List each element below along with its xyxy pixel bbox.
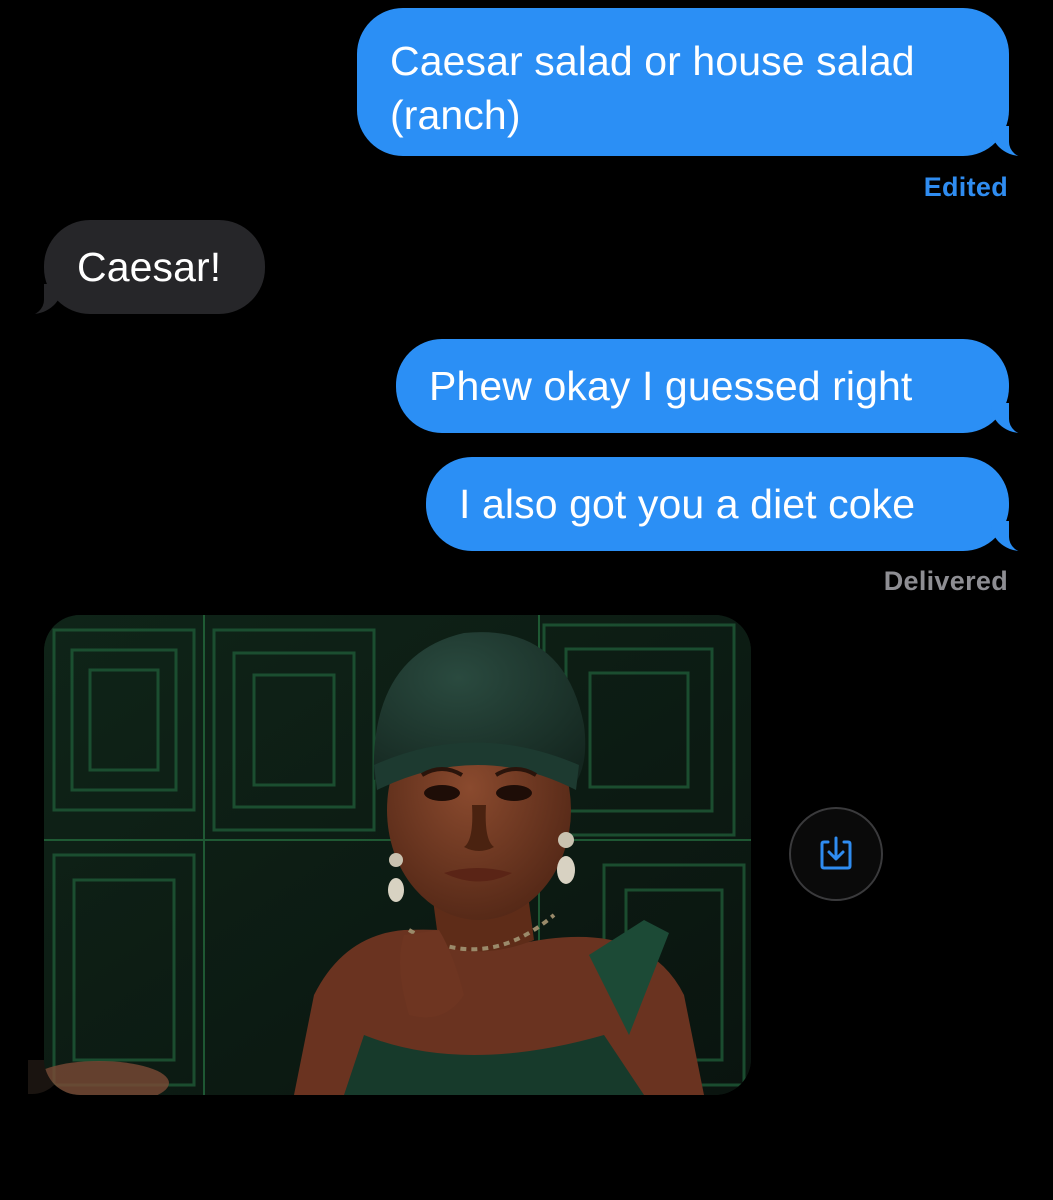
message-text: Caesar!	[77, 244, 222, 290]
received-image-message[interactable]	[44, 615, 751, 1095]
reaction-gif-image	[44, 615, 751, 1095]
message-text-line: Caesar salad or house salad	[390, 38, 915, 84]
edited-label[interactable]: Edited	[924, 172, 1008, 203]
save-image-button[interactable]	[789, 807, 883, 901]
received-message-bubble[interactable]: Caesar!	[14, 220, 265, 316]
messages-thread: Caesar salad or house salad (ranch) Edit…	[0, 0, 1053, 1200]
save-to-photos-icon	[820, 836, 852, 870]
message-text: Phew okay I guessed right	[429, 363, 913, 409]
delivered-label: Delivered	[883, 566, 1008, 596]
message-text: I also got you a diet coke	[459, 481, 916, 527]
sent-message-bubble[interactable]: I also got you a diet coke	[426, 457, 1039, 553]
message-text-line: (ranch)	[390, 92, 521, 138]
sent-message-bubble[interactable]: Phew okay I guessed right	[396, 339, 1039, 435]
sent-message-bubble[interactable]: Caesar salad or house salad (ranch)	[357, 8, 1039, 158]
